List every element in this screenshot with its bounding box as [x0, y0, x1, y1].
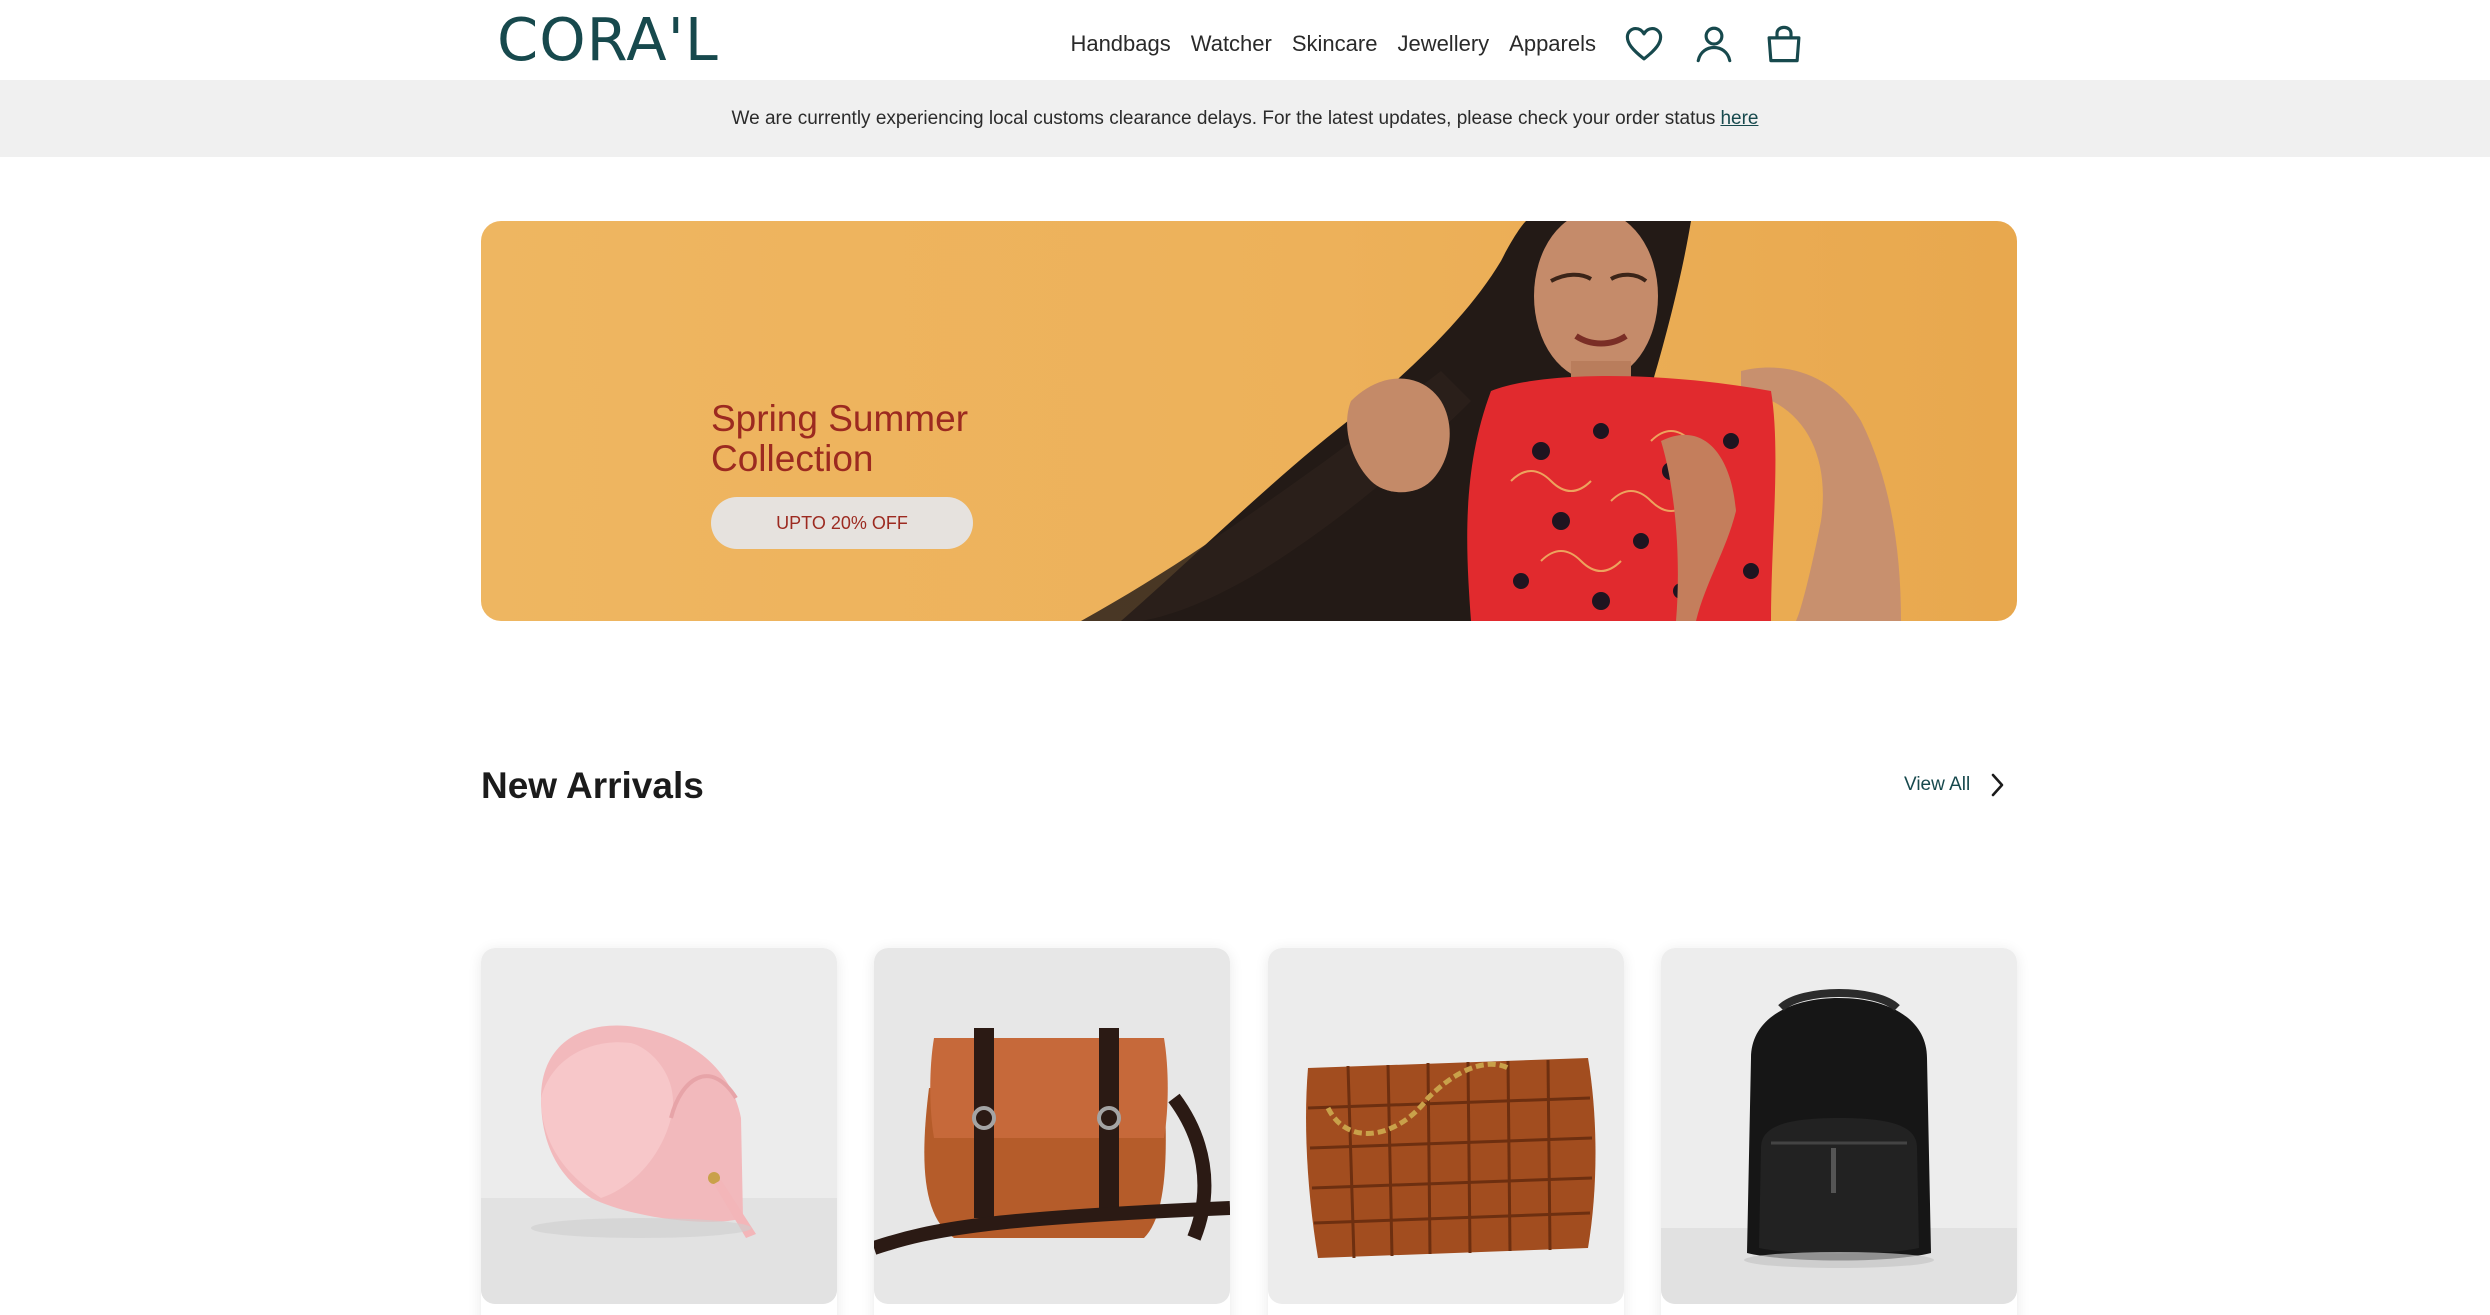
- brand-logo[interactable]: CORA'L: [497, 4, 719, 76]
- product-image-pink-saddle-bag[interactable]: [481, 948, 837, 1304]
- product-image-brown-woven-chain-tote[interactable]: [1268, 948, 1624, 1304]
- hero-title: Spring Summer Collection: [711, 398, 969, 479]
- product-card[interactable]: [874, 948, 1230, 1315]
- order-status-link[interactable]: here: [1720, 108, 1758, 130]
- nav-link-skincare[interactable]: Skincare: [1292, 27, 1378, 61]
- nav-link-jewellery[interactable]: Jewellery: [1397, 27, 1489, 61]
- nav-link-apparels[interactable]: Apparels: [1509, 27, 1596, 61]
- nav-link-handbags[interactable]: Handbags: [1070, 27, 1170, 61]
- product-card[interactable]: [481, 948, 837, 1315]
- page: CORA'L Handbags Watcher Skincare Jewelle…: [0, 0, 2490, 1315]
- new-arrivals-title: New Arrivals: [481, 765, 704, 806]
- chevron-right-icon: [1988, 770, 2012, 800]
- shopping-bag-icon[interactable]: [1762, 22, 1806, 66]
- product-card[interactable]: [1661, 948, 2017, 1315]
- product-image-black-leather-backpack[interactable]: [1661, 948, 2017, 1304]
- product-grid: [481, 948, 2017, 1315]
- product-image-tan-leather-messenger-bag[interactable]: [874, 948, 1230, 1304]
- user-icon[interactable]: [1692, 22, 1736, 66]
- announcement-bar: We are currently experiencing local cust…: [0, 80, 2490, 157]
- main-nav: Handbags Watcher Skincare Jewellery Appa…: [1050, 22, 1806, 66]
- hero-offer-button[interactable]: UPTO 20% OFF: [711, 497, 973, 549]
- hero-banner[interactable]: Spring Summer Collection UPTO 20% OFF: [481, 221, 2017, 621]
- nav-link-watcher[interactable]: Watcher: [1191, 27, 1272, 61]
- site-header: CORA'L Handbags Watcher Skincare Jewelle…: [0, 0, 2490, 80]
- heart-icon[interactable]: [1622, 22, 1666, 66]
- announcement-text: We are currently experiencing local cust…: [731, 107, 1716, 129]
- view-all-label: View All: [1904, 774, 1971, 795]
- view-all-link[interactable]: View All: [1904, 770, 2012, 800]
- product-card[interactable]: [1268, 948, 1624, 1315]
